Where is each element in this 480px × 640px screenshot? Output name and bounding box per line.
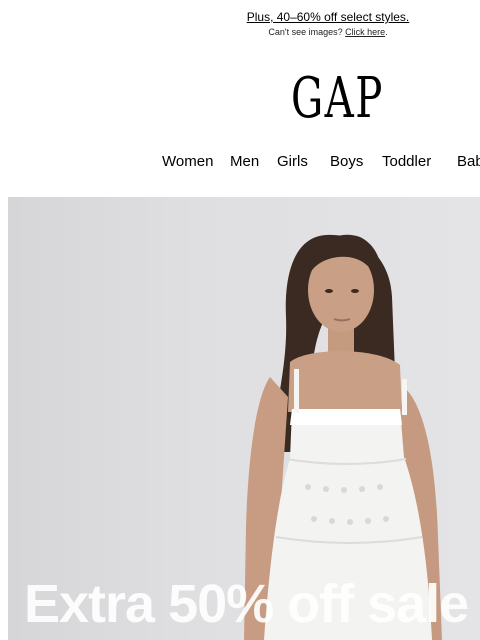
cant-see-suffix: . bbox=[385, 27, 388, 37]
cant-see-images-line: Can't see images? Click here. bbox=[0, 27, 480, 37]
nav-item-toddler[interactable]: Toddler bbox=[382, 153, 431, 170]
nav-item-men[interactable]: Men bbox=[230, 153, 259, 170]
click-here-link[interactable]: Click here bbox=[345, 27, 385, 37]
hero-headline: Extra 50% off sale bbox=[24, 574, 469, 634]
nav-item-girls[interactable]: Girls bbox=[277, 153, 308, 170]
hero-banner[interactable]: Extra 50% off sale bbox=[8, 197, 480, 640]
category-nav: Women Men Girls Boys Toddler Baby bbox=[0, 153, 480, 173]
cant-see-images-text: Can't see images? bbox=[268, 27, 343, 37]
gap-logo[interactable]: GAP bbox=[291, 70, 382, 128]
nav-item-baby[interactable]: Baby bbox=[457, 153, 480, 170]
nav-item-women[interactable]: Women bbox=[162, 153, 213, 170]
promo-link[interactable]: Plus, 40–60% off select styles. bbox=[0, 10, 480, 24]
nav-item-boys[interactable]: Boys bbox=[330, 153, 363, 170]
